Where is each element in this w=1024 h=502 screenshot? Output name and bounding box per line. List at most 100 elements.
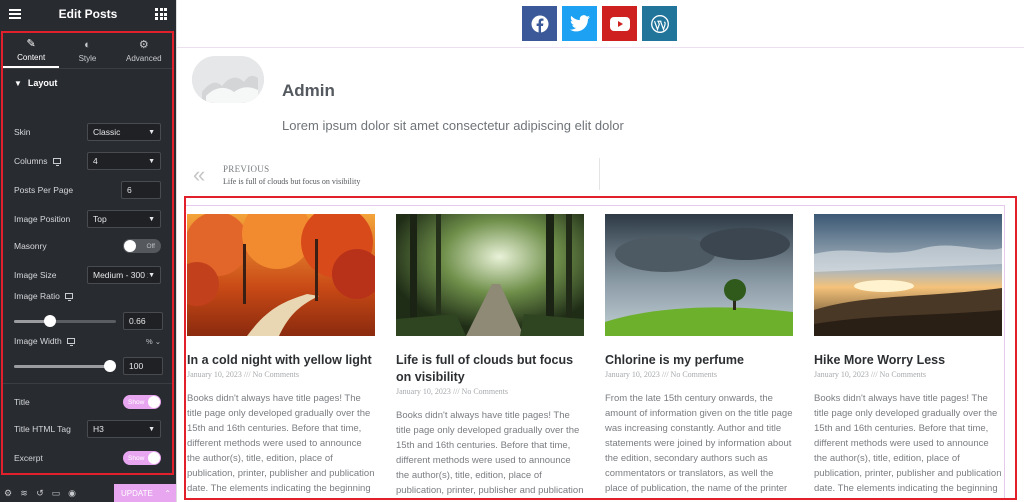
hamburger-menu-icon[interactable] <box>9 7 21 21</box>
tab-content[interactable]: ✎ Content <box>3 33 60 68</box>
columns-value: 4 <box>93 156 98 166</box>
chevron-down-icon: ▼ <box>148 157 155 165</box>
masonry-label: Masonry <box>14 241 47 251</box>
post-excerpt: Books didn't always have title pages! Th… <box>187 393 375 494</box>
widgets-grid-icon[interactable] <box>155 8 167 20</box>
posts-per-page-input[interactable]: 6 <box>121 181 161 199</box>
post-thumbnail-autumn[interactable] <box>187 214 375 336</box>
columns-select[interactable]: 4 ▼ <box>87 152 161 170</box>
tab-advanced-label: Advanced <box>126 53 162 63</box>
title-tag-control: Title HTML Tag H3 ▼ <box>14 420 161 438</box>
post-thumbnail-tree[interactable] <box>605 214 793 336</box>
chevron-down-icon: ▼ <box>148 128 155 136</box>
section-layout-toggle[interactable]: ▼ Layout <box>3 69 172 97</box>
image-width-slider[interactable] <box>14 360 116 372</box>
post-excerpt: Books didn't always have title pages! Th… <box>396 410 584 496</box>
youtube-icon[interactable] <box>602 6 637 41</box>
panel-header: Edit Posts <box>0 0 176 28</box>
excerpt-toggle-text: Show <box>128 454 145 462</box>
slider-fill <box>14 365 110 368</box>
panel-tabs: ✎ Content ◐ Style ⚙ Advanced <box>3 33 172 69</box>
facebook-icon[interactable] <box>522 6 557 41</box>
post-excerpt: From the late 15th century onwards, the … <box>605 393 793 494</box>
post-card: Chlorine is my perfume January 10, 2023 … <box>605 214 793 498</box>
skin-control: Skin Classic ▼ <box>14 123 161 141</box>
wordpress-icon[interactable] <box>642 6 677 41</box>
previous-post-link[interactable]: Life is full of clouds but focus on visi… <box>223 177 360 186</box>
masonry-control: Masonry Off <box>14 239 161 253</box>
post-card: Life is full of clouds but focus on visi… <box>396 214 584 498</box>
post-meta: January 10, 2023 /// No Comments <box>396 387 508 396</box>
image-ratio-slider[interactable] <box>14 315 116 327</box>
desktop-icon[interactable] <box>64 293 73 301</box>
columns-control: Columns 4 ▼ <box>14 152 161 170</box>
contrast-icon: ◐ <box>84 38 91 51</box>
image-width-control: Image Width % ⌄ <box>14 336 161 346</box>
social-icons <box>522 6 677 41</box>
masonry-toggle[interactable]: Off <box>123 239 161 253</box>
skin-label: Skin <box>14 127 31 137</box>
panel-title: Edit Posts <box>58 7 118 21</box>
image-width-input[interactable]: 100 <box>123 357 163 375</box>
post-title[interactable]: Life is full of clouds but focus on visi… <box>396 352 584 386</box>
history-icon[interactable]: ↺ <box>32 488 48 499</box>
chevron-up-icon[interactable]: ⌃ <box>164 489 171 498</box>
post-thumbnail-sunset[interactable] <box>814 214 1002 336</box>
posts-per-page-label: Posts Per Page <box>14 185 74 195</box>
post-excerpt: Books didn't always have title pages! Th… <box>814 393 1002 494</box>
unit-value: % <box>145 336 153 346</box>
panel-controls-frame: ✎ Content ◐ Style ⚙ Advanced ▼ Layout Sk… <box>1 31 174 475</box>
previous-label[interactable]: PREVIOUS <box>223 164 269 174</box>
image-position-control: Image Position Top ▼ <box>14 210 161 228</box>
preview-eye-icon[interactable]: ◉ <box>64 488 80 499</box>
image-size-select[interactable]: Medium - 300 x ▼ <box>87 266 161 284</box>
posts-grid: In a cold night with yellow light Januar… <box>186 205 1005 498</box>
twitter-icon[interactable] <box>562 6 597 41</box>
post-title[interactable]: Chlorine is my perfume <box>605 352 793 369</box>
skin-select[interactable]: Classic ▼ <box>87 123 161 141</box>
post-card: Hike More Worry Less January 10, 2023 //… <box>814 214 1002 498</box>
title-toggle[interactable]: Show <box>123 395 161 409</box>
page-canvas: Admin Lorem ipsum dolor sit amet consect… <box>176 0 1024 502</box>
columns-label: Columns <box>14 156 48 166</box>
settings-gear-icon[interactable]: ⚙ <box>0 488 16 499</box>
layers-icon[interactable]: ≋ <box>16 488 32 499</box>
posts-widget[interactable]: In a cold night with yellow light Januar… <box>184 196 1017 500</box>
excerpt-label: Excerpt <box>14 453 43 463</box>
image-size-control: Image Size Medium - 300 x ▼ <box>14 266 161 284</box>
editor-panel: Edit Posts ✎ Content ◐ Style ⚙ Advanced … <box>0 0 176 502</box>
post-title[interactable]: In a cold night with yellow light <box>187 352 375 369</box>
update-button[interactable]: UPDATE ⌃ <box>114 484 176 502</box>
slider-knob[interactable] <box>104 360 116 372</box>
title-tag-value: H3 <box>93 424 104 434</box>
post-title[interactable]: Hike More Worry Less <box>814 352 1002 369</box>
update-label: UPDATE <box>121 488 153 498</box>
image-position-value: Top <box>93 214 107 224</box>
author-name[interactable]: Admin <box>282 81 335 101</box>
author-avatar <box>192 56 264 103</box>
double-chevron-left-icon[interactable]: « <box>193 162 205 188</box>
desktop-icon[interactable] <box>66 338 75 346</box>
post-thumbnail-forest[interactable] <box>396 214 584 336</box>
tab-style-label: Style <box>78 53 97 63</box>
image-ratio-label: Image Ratio <box>14 291 60 301</box>
title-tag-select[interactable]: H3 ▼ <box>87 420 161 438</box>
excerpt-control: Excerpt Show <box>14 451 161 465</box>
chevron-down-icon: ▼ <box>148 271 155 279</box>
divider <box>177 47 1024 48</box>
slider-knob[interactable] <box>44 315 56 327</box>
responsive-icon[interactable]: ▭ <box>48 488 64 499</box>
tab-advanced[interactable]: ⚙ Advanced <box>116 33 172 68</box>
divider <box>3 383 172 384</box>
unit-select[interactable]: % ⌄ <box>146 337 161 346</box>
tab-style[interactable]: ◐ Style <box>59 33 115 68</box>
section-title: Layout <box>27 78 58 88</box>
panel-footer: ⚙ ≋ ↺ ▭ ◉ UPDATE ⌃ <box>0 484 176 502</box>
image-position-select[interactable]: Top ▼ <box>87 210 161 228</box>
post-card: In a cold night with yellow light Januar… <box>187 214 375 498</box>
title-label: Title <box>14 397 30 407</box>
image-size-value: Medium - 300 x <box>93 270 149 280</box>
excerpt-toggle[interactable]: Show <box>123 451 161 465</box>
image-ratio-input[interactable]: 0.66 <box>123 312 163 330</box>
desktop-icon[interactable] <box>52 158 61 166</box>
